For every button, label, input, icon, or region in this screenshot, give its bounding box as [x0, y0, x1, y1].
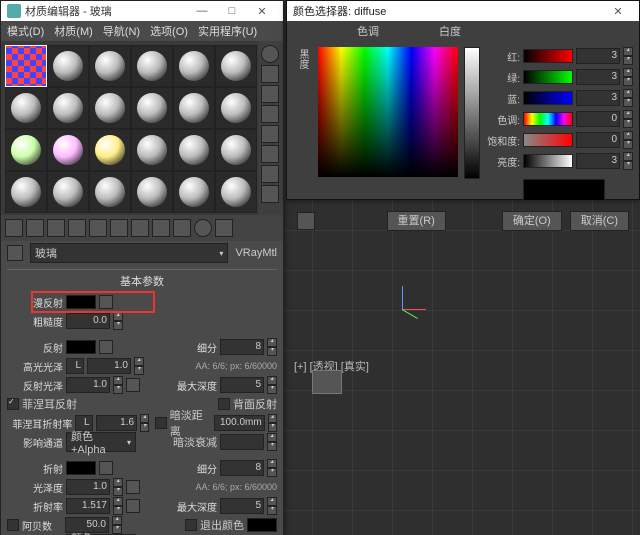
hue-slider[interactable] [523, 112, 573, 126]
menu-item[interactable]: 实用程序(U) [198, 23, 257, 39]
video-check-icon[interactable] [261, 125, 279, 143]
maximize-button[interactable]: □ [217, 5, 247, 17]
material-slot[interactable] [47, 45, 89, 87]
cancel-button[interactable]: 取消(C) [570, 211, 629, 231]
sat-slider[interactable] [523, 133, 573, 147]
close-button[interactable]: ✕ [247, 5, 277, 18]
menubar: 模式(D) 材质(M) 导航(N) 选项(O) 实用程序(U) [1, 21, 283, 41]
titlebar: 材质编辑器 - 玻璃 — □ ✕ [1, 1, 283, 21]
go-sibling-icon[interactable] [152, 219, 170, 237]
material-slot[interactable] [89, 129, 131, 171]
viewport-object[interactable] [312, 370, 342, 394]
uv-tile-icon[interactable] [261, 105, 279, 123]
menu-item[interactable]: 模式(D) [7, 23, 44, 39]
material-slot[interactable] [5, 129, 47, 171]
material-id-icon[interactable] [194, 219, 212, 237]
tool-icon[interactable] [215, 219, 233, 237]
material-slot[interactable] [215, 129, 257, 171]
green-slider[interactable] [523, 70, 573, 84]
material-slot[interactable] [215, 45, 257, 87]
material-slot[interactable] [47, 171, 89, 213]
reflect-subdivs[interactable]: 8 [220, 339, 264, 355]
ok-button[interactable]: 确定(O) [502, 211, 562, 231]
backlight-icon[interactable] [261, 65, 279, 83]
material-slots [1, 41, 259, 215]
material-slot[interactable] [5, 45, 47, 87]
lower-toolbar [1, 215, 283, 241]
material-slot[interactable] [173, 45, 215, 87]
material-slot[interactable] [131, 171, 173, 213]
material-slot[interactable] [215, 87, 257, 129]
fresnel-checkbox[interactable] [7, 398, 19, 410]
put-to-scene-icon[interactable] [68, 219, 86, 237]
sample-sphere-icon[interactable] [261, 45, 279, 63]
show-end-icon[interactable] [110, 219, 128, 237]
close-button[interactable]: ✕ [603, 5, 633, 18]
map-icon[interactable] [261, 185, 279, 203]
material-slot[interactable] [89, 171, 131, 213]
show-map-icon[interactable] [89, 219, 107, 237]
diffuse-label: 漫反射 [7, 295, 63, 310]
affect-channel[interactable]: 颜色+Alpha▾ [66, 432, 136, 452]
material-slot[interactable] [131, 129, 173, 171]
reset-button[interactable]: 重置(R) [387, 211, 446, 231]
color-picker-window: 颜色选择器: diffuse ✕ 色调 白度 黑度 红:3▴▾ 绿:3▴▾ 蓝:… [286, 0, 640, 200]
material-slot[interactable] [5, 87, 47, 129]
red-slider[interactable] [523, 49, 573, 63]
map-button[interactable] [99, 340, 113, 354]
menu-item[interactable]: 选项(O) [150, 23, 188, 39]
roughness-value[interactable]: 0.0 [66, 313, 110, 329]
select-by-mat-icon[interactable] [261, 165, 279, 183]
pick-icon[interactable] [173, 219, 191, 237]
spinner[interactable]: ▴▾ [113, 312, 123, 330]
eyedropper-icon[interactable] [7, 245, 23, 261]
go-parent-icon[interactable] [131, 219, 149, 237]
material-slot[interactable] [89, 45, 131, 87]
val-slider[interactable] [523, 154, 573, 168]
backface-checkbox[interactable] [218, 398, 230, 410]
color-spectrum[interactable] [318, 47, 458, 177]
material-slot[interactable] [131, 45, 173, 87]
reflect-swatch[interactable] [66, 340, 96, 354]
refract-swatch[interactable] [66, 461, 96, 475]
material-slot[interactable] [131, 87, 173, 129]
window-title: 材质编辑器 - 玻璃 [25, 3, 112, 19]
assign-icon[interactable] [26, 219, 44, 237]
material-editor-window: 材质编辑器 - 玻璃 — □ ✕ 模式(D) 材质(M) 导航(N) 选项(O)… [0, 0, 284, 535]
get-material-icon[interactable] [5, 219, 23, 237]
menu-item[interactable]: 导航(N) [103, 23, 140, 39]
blue-slider[interactable] [523, 91, 573, 105]
menu-item[interactable]: 材质(M) [54, 23, 93, 39]
reflect-label: 反射 [7, 340, 63, 355]
eyedropper-icon[interactable] [297, 212, 315, 230]
color-picker-title: 颜色选择器: diffuse [293, 3, 386, 19]
diffuse-swatch[interactable] [66, 295, 96, 309]
material-slot[interactable] [173, 87, 215, 129]
material-slot[interactable] [173, 129, 215, 171]
material-slot[interactable] [47, 129, 89, 171]
material-slot[interactable] [89, 87, 131, 129]
material-name-field[interactable]: 玻璃▾ [30, 243, 228, 263]
material-slot[interactable] [5, 171, 47, 213]
side-toolbar [259, 41, 283, 215]
section-title: 基本参数 [7, 269, 277, 292]
material-type[interactable]: VRayMtl [235, 247, 277, 259]
red-value[interactable]: 3 [576, 48, 620, 64]
material-slot[interactable] [173, 171, 215, 213]
app-icon [7, 4, 21, 18]
subdivs-label: 细分 [197, 340, 217, 355]
background-icon[interactable] [261, 85, 279, 103]
value-column[interactable] [464, 47, 480, 179]
hilight-value[interactable]: 1.0 [87, 358, 131, 374]
result-swatch [523, 179, 605, 201]
minimize-button[interactable]: — [187, 5, 217, 17]
roughness-label: 粗糙度 [7, 314, 63, 329]
reset-icon[interactable] [47, 219, 65, 237]
material-slot[interactable] [47, 87, 89, 129]
diffuse-map-button[interactable] [99, 295, 113, 309]
material-slot[interactable] [215, 171, 257, 213]
options-icon[interactable] [261, 145, 279, 163]
